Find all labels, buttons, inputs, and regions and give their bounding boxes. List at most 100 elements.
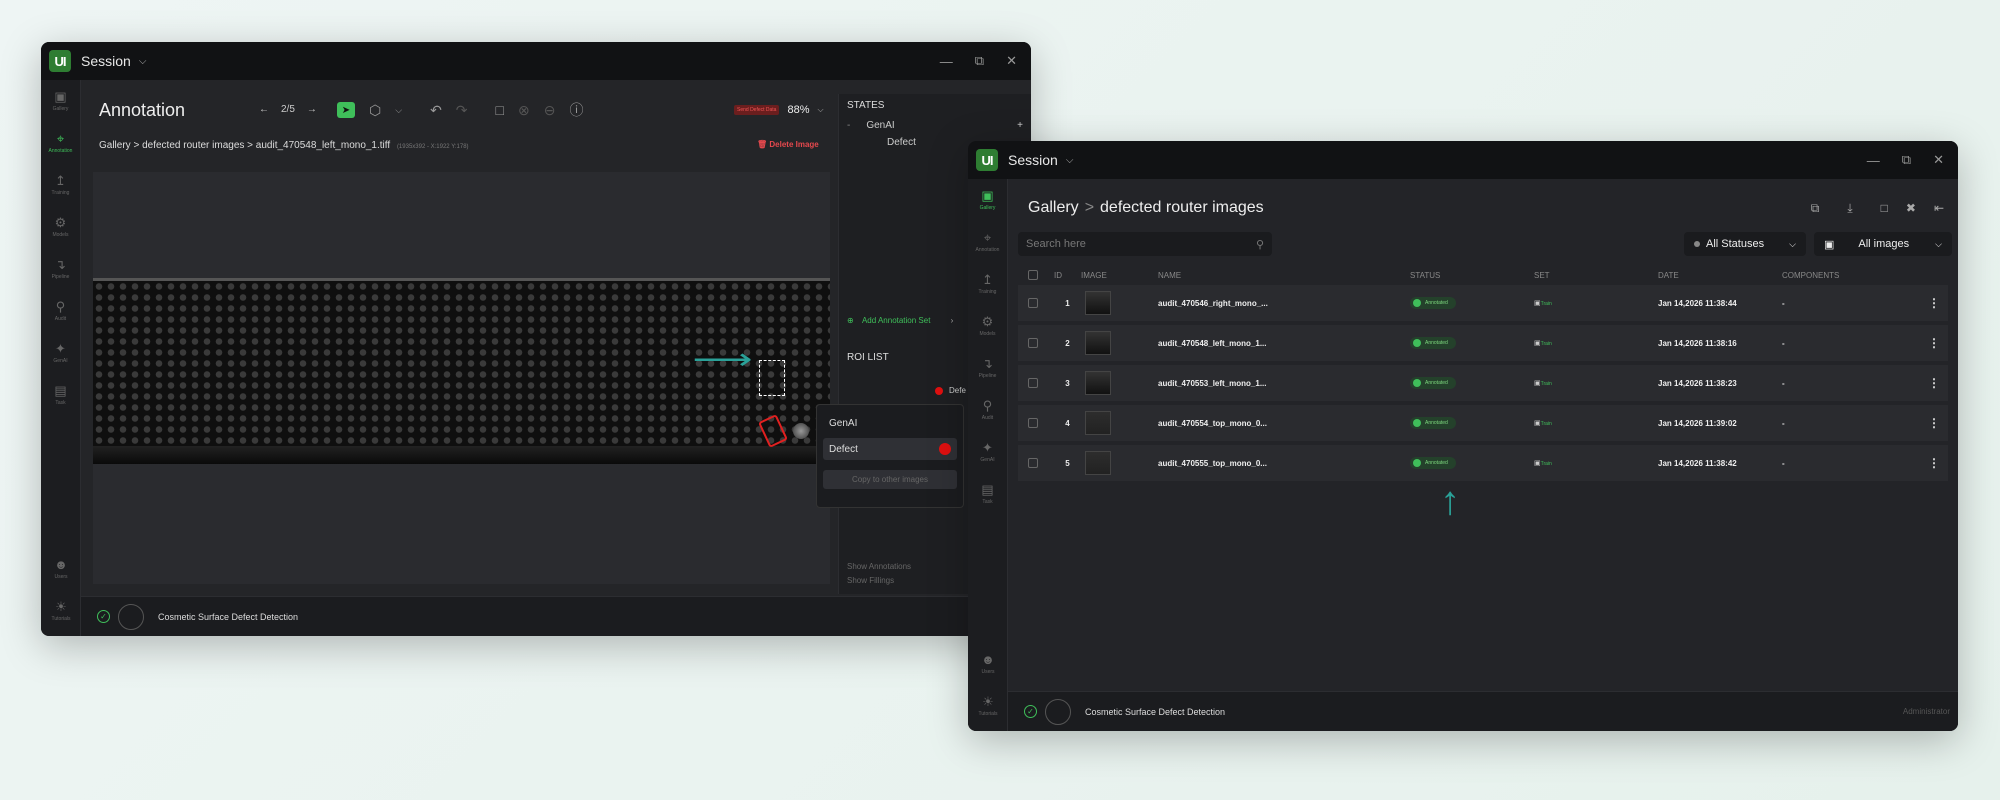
row-menu-icon[interactable]: ⋮	[1928, 456, 1948, 470]
chevron-right-icon: ›	[950, 316, 954, 325]
collapse-icon[interactable]: -	[847, 120, 850, 131]
sidebar-item-genai[interactable]: ✦ GenAI	[968, 431, 1007, 473]
row-checkbox[interactable]	[1028, 458, 1038, 468]
row-menu-icon[interactable]: ⋮	[1928, 376, 1948, 390]
redo-icon[interactable]: ↷	[456, 102, 468, 119]
sidebar-item-audit[interactable]: ⚲ Audit	[968, 389, 1007, 431]
status-dot	[1694, 241, 1700, 247]
collapse-panel-icon[interactable]: ⇤	[1934, 201, 1944, 216]
minimize-icon[interactable]: —	[940, 54, 953, 69]
sidebar-item-training[interactable]: ↥ Training	[968, 263, 1007, 305]
image-thumbnail	[1085, 331, 1111, 355]
sidebar-item-audit[interactable]: ⚲ Audit	[41, 290, 80, 332]
table-row[interactable]: 1 audit_470546_right_mono_... Annotated …	[1018, 285, 1948, 321]
breadcrumb-folder[interactable]: defected router images	[142, 140, 244, 151]
sidebar-item-pipeline[interactable]: ↴ Pipeline	[968, 347, 1007, 389]
sidebar-item-tutorials[interactable]: ☀ Tutorials	[968, 685, 1008, 727]
restore-icon[interactable]: ⧉	[1902, 152, 1911, 168]
sidebar-item-annotation[interactable]: ⌖ Annotation	[968, 221, 1007, 263]
minimize-icon[interactable]: —	[1867, 153, 1880, 168]
chevron-down-icon[interactable]: ⌵	[818, 105, 824, 115]
chevron-down-icon: ⌵	[1935, 238, 1942, 249]
table-row[interactable]: 4 audit_470554_top_mono_0... Annotated ▣…	[1018, 405, 1948, 441]
row-menu-icon[interactable]: ⋮	[1928, 336, 1948, 350]
project-name: Cosmetic Surface Defect Detection	[1085, 706, 1226, 717]
images-filter-dropdown[interactable]: ▣ All images ⌵	[1814, 232, 1952, 256]
compare-icon[interactable]: ⧉	[1811, 201, 1820, 216]
sidebar-item-tutorials[interactable]: ☀ Tutorials	[41, 590, 81, 632]
breadcrumb-gallery[interactable]: Gallery	[99, 140, 131, 151]
show-annotations-toggle[interactable]: Show Annotations	[847, 562, 911, 571]
user-icon: ☻	[981, 652, 995, 667]
zoom-level[interactable]: 88%	[787, 104, 809, 116]
search-input[interactable]: Search here ⚲	[1018, 232, 1272, 256]
select-tool-icon[interactable]: ➤	[337, 102, 355, 118]
arrow-right-icon[interactable]: →	[307, 104, 317, 115]
progress-ring	[1045, 698, 1071, 725]
selection-box[interactable]	[759, 360, 785, 396]
undo-icon[interactable]: ↶	[430, 102, 442, 119]
arrow-left-icon[interactable]: ←	[259, 104, 269, 115]
restore-icon[interactable]: ⧉	[975, 53, 984, 69]
close-icon[interactable]: ✕	[1933, 152, 1944, 168]
row-checkbox[interactable]	[1028, 338, 1038, 348]
polygon-tool-icon[interactable]: ⬡	[369, 102, 381, 119]
row-menu-icon[interactable]: ⋮	[1928, 416, 1948, 430]
roi-item[interactable]: Defe	[935, 386, 966, 395]
status-filter-dropdown[interactable]: All Statuses ⌵	[1684, 232, 1806, 256]
row-checkbox[interactable]	[1028, 298, 1038, 308]
download-icon[interactable]: ⤓	[1847, 201, 1852, 216]
menu-item-genai[interactable]: GenAI	[823, 413, 957, 434]
cancel-circle-icon[interactable]: ⊗	[518, 102, 530, 119]
row-checkbox[interactable]	[1028, 378, 1038, 388]
minus-circle-icon[interactable]: ⊖	[544, 102, 556, 119]
set-badge: ▣Train	[1534, 340, 1552, 347]
sidebar-item-gallery[interactable]: ▣ Gallery	[41, 80, 80, 122]
copy-to-other-images-button[interactable]: Copy to other images	[823, 470, 957, 489]
delete-image-button[interactable]: 🗑 Delete Image	[757, 140, 819, 149]
chevron-down-icon[interactable]: ⌵	[395, 105, 402, 116]
table-row[interactable]: 3 audit_470553_left_mono_1... Annotated …	[1018, 365, 1948, 401]
sidebar-item-task[interactable]: ▤ Task	[41, 374, 80, 416]
sidebar-item-annotation[interactable]: ⌖ Annotation	[41, 122, 80, 164]
sidebar-item-genai[interactable]: ✦ GenAI	[41, 332, 80, 374]
sidebar-item-pipeline[interactable]: ↴ Pipeline	[41, 248, 80, 290]
gear-icon: ⚙	[54, 215, 67, 230]
show-fillings-toggle[interactable]: Show Fillings	[847, 576, 894, 585]
row-checkbox[interactable]	[1028, 418, 1038, 428]
add-icon[interactable]: +	[1017, 120, 1023, 131]
info-icon[interactable]: ⓘ	[569, 100, 583, 120]
image-meta: (1935x392 - X:1922 Y:178)	[396, 144, 469, 150]
send-defect-badge[interactable]: Send Defect Data	[734, 105, 780, 115]
user-icon: ☻	[54, 557, 68, 572]
sidebar-item-models[interactable]: ⚙ Models	[41, 206, 80, 248]
sidebar-item-users[interactable]: ☻ Users	[968, 643, 1008, 685]
add-annotation-set-button[interactable]: ⊕ Add Annotation Set ›	[847, 316, 953, 325]
gallery-icon: ▣	[54, 89, 67, 104]
state-genai[interactable]: - GenAI +	[847, 117, 1023, 134]
table-row[interactable]: 5 audit_470555_top_mono_0... Annotated ▣…	[1018, 445, 1948, 481]
sidebar-item-models[interactable]: ⚙ Models	[968, 305, 1007, 347]
search-icon: ⚲	[982, 398, 993, 413]
close-icon[interactable]: ✕	[1006, 53, 1017, 69]
image-thumbnail	[1085, 411, 1111, 435]
bounding-box-icon[interactable]: □	[496, 102, 504, 118]
row-menu-icon[interactable]: ⋮	[1928, 296, 1948, 310]
select-all-checkbox[interactable]	[1028, 270, 1038, 280]
bulb-icon: ☀	[55, 599, 67, 614]
defect-polygon[interactable]	[758, 414, 788, 448]
chevron-down-icon[interactable]: ⌵	[139, 56, 147, 67]
sidebar-item-gallery[interactable]: ▣ Gallery	[968, 179, 1007, 221]
sidebar-item-task[interactable]: ▤ Task	[968, 473, 1007, 515]
menu-item-defect[interactable]: Defect	[823, 438, 957, 460]
bounding-box-icon[interactable]: □	[1881, 201, 1888, 216]
breadcrumb-gallery[interactable]: Gallery	[1028, 199, 1079, 216]
annotation-canvas[interactable]	[93, 172, 830, 584]
image-icon: ▣	[1824, 238, 1835, 251]
tools-icon[interactable]: ✖	[1906, 201, 1916, 216]
sidebar-item-training[interactable]: ↥ Training	[41, 164, 80, 206]
color-dot	[935, 386, 943, 395]
table-row[interactable]: 2 audit_470548_left_mono_1... Annotated …	[1018, 325, 1948, 361]
sidebar-item-users[interactable]: ☻ Users	[41, 548, 81, 590]
chevron-down-icon[interactable]: ⌵	[1066, 155, 1074, 166]
